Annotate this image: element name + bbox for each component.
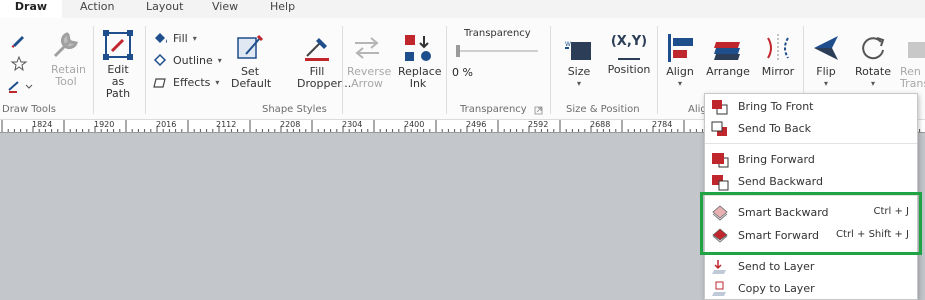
menu-divider: [705, 143, 917, 144]
position-button[interactable]: (X,Y) Position: [606, 32, 652, 76]
arrange-button[interactable]: Arrange: [705, 32, 751, 78]
retain-tool-button[interactable]: Retain Tool: [44, 28, 88, 88]
reverse-arrow-icon: [355, 37, 379, 59]
outline-dropdown[interactable]: Outline ▾: [153, 50, 222, 70]
bring-to-front-icon: [712, 100, 728, 115]
group-label-transparency: Transparency: [460, 104, 527, 115]
tab-action[interactable]: Action: [80, 0, 114, 18]
set-default-button[interactable]: Set Default: [228, 32, 272, 90]
rename-transform-button[interactable]: Ren Trans: [900, 32, 925, 90]
wrench-icon: [53, 32, 79, 58]
ruler-label: 2784: [652, 120, 673, 129]
align-icon: [668, 34, 693, 62]
ruler-label: 1920: [94, 120, 115, 129]
ruler-label: 2496: [466, 120, 487, 129]
effects-icon: [153, 78, 166, 88]
replace-ink-icon: [405, 35, 431, 61]
flip-button[interactable]: Flip ▾: [806, 32, 846, 90]
transparency-slider[interactable]: [456, 44, 538, 58]
separator: [550, 26, 551, 114]
align-button[interactable]: Align ▾: [662, 32, 698, 90]
replace-ink-button[interactable]: Replace Ink: [396, 32, 442, 90]
set-default-icon: [237, 34, 264, 59]
transparency-value: 0 %: [452, 66, 473, 79]
copy-to-layer-icon: [712, 281, 726, 296]
rotate-button[interactable]: Rotate ▾: [852, 32, 894, 90]
tab-draw[interactable]: Draw: [0, 0, 62, 18]
chevron-down-icon: ▾: [215, 77, 220, 87]
flip-icon: [814, 36, 838, 60]
svg-text:W: W: [565, 41, 571, 48]
separator: [657, 26, 658, 114]
mirror-button[interactable]: Mirror: [757, 32, 799, 78]
send-to-back-icon: [711, 121, 727, 136]
fill-dropdown[interactable]: Fill ▾: [153, 28, 197, 48]
ruler-label: 2208: [280, 120, 301, 129]
fill-dropper-button[interactable]: Fill Dropper...: [292, 32, 351, 90]
group-label-size-position: Size & Position: [566, 104, 640, 115]
menu-item-send-backward[interactable]: Send Backward: [705, 170, 917, 192]
effects-dropdown[interactable]: Effects ▾: [153, 72, 219, 92]
pen-icon[interactable]: [10, 32, 28, 48]
ruler-label: 2400: [404, 120, 425, 129]
ruler-label: 2304: [342, 120, 363, 129]
edit-as-path-button[interactable]: Edit as Path: [96, 28, 140, 100]
group-label-draw-tools: Draw Tools: [2, 104, 56, 115]
separator: [446, 26, 447, 114]
size-button[interactable]: W Size ▾: [560, 36, 598, 90]
size-icon: W: [565, 41, 591, 60]
ink-tool-icon[interactable]: [6, 78, 36, 94]
chevron-down-icon: ▾: [576, 79, 581, 88]
ruler-label: 2112: [216, 120, 237, 129]
rotate-icon: [862, 37, 885, 60]
menu-item-copy-to-layer[interactable]: Copy to Layer: [705, 277, 917, 299]
separator: [145, 26, 146, 114]
menu-item-bring-forward[interactable]: Bring Forward: [705, 148, 917, 170]
separator: [342, 26, 343, 114]
chevron-down-icon: ▾: [192, 33, 197, 43]
tab-help[interactable]: Help: [270, 0, 295, 18]
mirror-icon: [767, 34, 789, 62]
xy-icon: (X,Y): [610, 34, 648, 49]
dialog-launcher-icon[interactable]: [534, 106, 543, 115]
tab-view[interactable]: View: [212, 0, 238, 18]
menu-item-send-to-layer[interactable]: Send to Layer: [705, 255, 917, 277]
menu-item-bring-to-front[interactable]: Bring To Front: [705, 95, 917, 117]
arrange-icon: [714, 42, 740, 60]
group-label-shape-styles: Shape Styles: [262, 104, 327, 115]
highlight-box: [700, 192, 922, 255]
transform-icon: [908, 42, 925, 58]
chevron-down-icon: ▾: [870, 79, 875, 88]
chevron-down-icon: ▾: [677, 79, 682, 88]
chevron-down-icon: ▾: [217, 55, 222, 65]
transparency-label: Transparency: [464, 28, 531, 39]
ruler-label: 2592: [528, 120, 549, 129]
chevron-down-icon: ▾: [823, 79, 828, 88]
menu-item-send-to-back[interactable]: Send To Back: [705, 117, 917, 139]
ribbon-tab-bar: Draw Action Layout View Help: [0, 0, 925, 18]
bring-forward-icon: [712, 153, 729, 168]
slider-thumb[interactable]: [456, 45, 460, 57]
send-to-layer-icon: [712, 260, 726, 274]
dropper-icon: [305, 38, 329, 61]
star-icon[interactable]: [10, 56, 28, 72]
edit-path-icon: [103, 30, 133, 60]
tab-layout[interactable]: Layout: [146, 0, 183, 18]
separator: [93, 26, 94, 114]
outline-icon: [153, 53, 167, 67]
ruler-label: 1824: [32, 120, 53, 129]
ruler-label: 2016: [156, 120, 177, 129]
send-backward-icon: [712, 175, 729, 191]
reverse-arrow-button[interactable]: Reverse Arrow: [345, 32, 391, 90]
fill-bucket-icon: [155, 33, 167, 43]
ruler-label: 2688: [590, 120, 611, 129]
